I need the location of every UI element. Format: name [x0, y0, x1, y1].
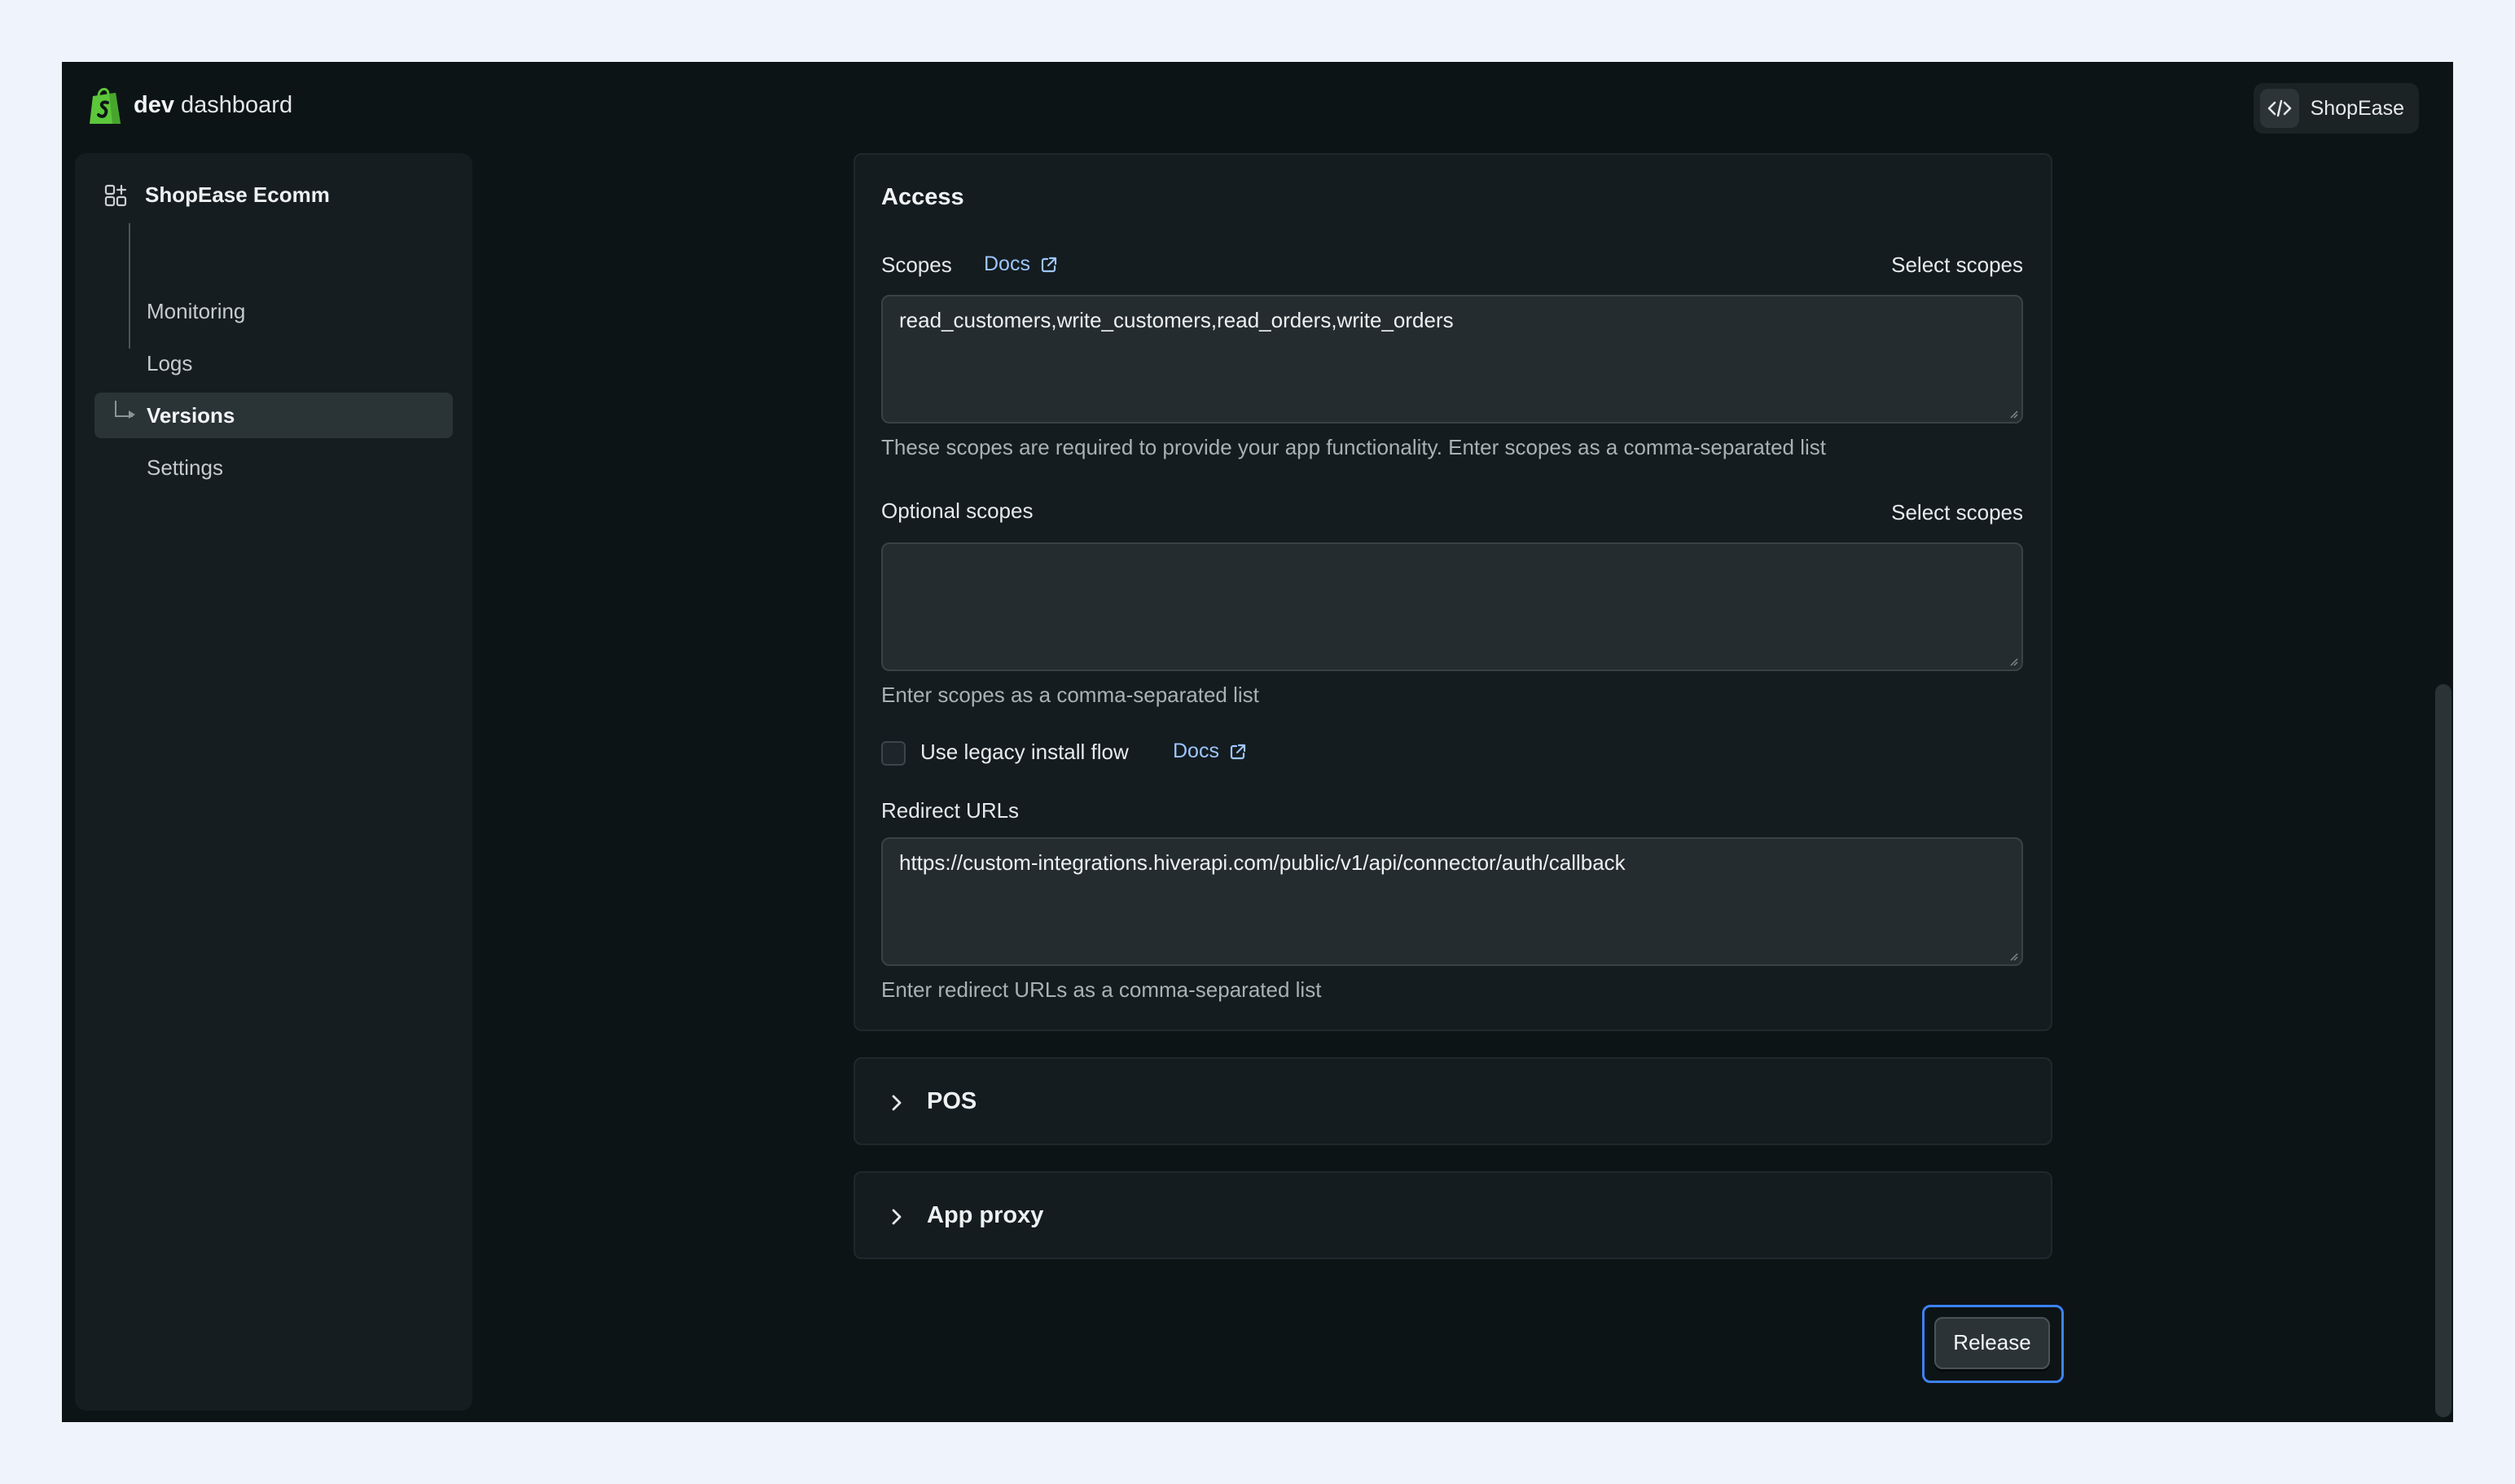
- app-window: dev dashboard ShopEase ShopEase Ecomm Mo…: [62, 62, 2453, 1422]
- pos-section-title: POS: [927, 1088, 977, 1114]
- optional-scopes-help-text: Enter scopes as a comma-separated list: [881, 683, 1259, 707]
- sidebar-item-label: Versions: [147, 403, 235, 428]
- access-title: Access: [881, 184, 964, 210]
- external-link-icon: [1230, 744, 1246, 759]
- scopes-select-button[interactable]: Select scopes: [1891, 252, 2023, 278]
- code-icon: [2259, 89, 2299, 128]
- release-focus-ring: Release: [1922, 1305, 2064, 1383]
- sidebar-item-versions[interactable]: Versions: [94, 393, 453, 438]
- access-section: Access Scopes Docs Select scopes read_cu…: [854, 153, 2052, 1031]
- chevron-right-icon: [892, 1095, 902, 1111]
- release-button[interactable]: Release: [1934, 1317, 2050, 1369]
- sidebar-app-link[interactable]: ShopEase Ecomm: [104, 182, 330, 208]
- sidebar: ShopEase Ecomm Monitoring Logs Versions …: [75, 153, 472, 1411]
- scrollbar-thumb[interactable]: [2435, 684, 2451, 1417]
- resize-handle-icon[interactable]: [2008, 656, 2018, 666]
- scrollbar[interactable]: [2434, 62, 2453, 1422]
- redirect-urls-help-text: Enter redirect URLs as a comma-separated…: [881, 977, 1322, 1002]
- scopes-textarea[interactable]: read_customers,write_customers,read_orde…: [881, 295, 2023, 424]
- store-switcher-button[interactable]: ShopEase: [2253, 83, 2419, 134]
- scopes-docs-link[interactable]: Docs: [984, 252, 1058, 276]
- external-link-icon: [1041, 257, 1057, 272]
- tree-arrow-icon: [129, 411, 135, 419]
- resize-handle-icon[interactable]: [2008, 951, 2018, 961]
- legacy-install-docs-link[interactable]: Docs: [1173, 740, 1247, 763]
- sidebar-app-name: ShopEase Ecomm: [145, 182, 330, 207]
- optional-scopes-label: Optional scopes: [881, 498, 1034, 523]
- app-proxy-section-toggle[interactable]: App proxy: [854, 1171, 2052, 1259]
- brand-name: dev dashboard: [134, 91, 293, 118]
- app-proxy-section-title: App proxy: [927, 1202, 1044, 1228]
- sidebar-item-label: Logs: [147, 351, 193, 375]
- redirect-urls-value: https://custom-integrations.hiverapi.com…: [899, 850, 1626, 875]
- pos-section-toggle[interactable]: POS: [854, 1057, 2052, 1145]
- dev-dashboard-logo[interactable]: dev dashboard: [88, 85, 292, 125]
- sidebar-item-label: Monitoring: [147, 299, 246, 323]
- sidebar-item-logs[interactable]: Logs: [94, 340, 453, 386]
- sidebar-item-settings[interactable]: Settings: [94, 445, 453, 490]
- optional-scopes-select-button[interactable]: Select scopes: [1891, 500, 2023, 525]
- docs-link-label: Docs: [1173, 740, 1219, 762]
- sidebar-item-label: Settings: [147, 455, 223, 480]
- top-bar: dev dashboard ShopEase: [62, 62, 2453, 153]
- chevron-right-icon: [892, 1209, 902, 1225]
- resize-handle-icon[interactable]: [2008, 409, 2018, 419]
- redirect-urls-label: Redirect URLs: [881, 798, 1020, 823]
- docs-link-label: Docs: [984, 252, 1030, 275]
- sidebar-item-monitoring[interactable]: Monitoring: [94, 288, 453, 334]
- redirect-urls-textarea[interactable]: https://custom-integrations.hiverapi.com…: [881, 837, 2023, 966]
- optional-scopes-textarea[interactable]: [881, 542, 2023, 671]
- legacy-install-checkbox[interactable]: [881, 741, 906, 766]
- legacy-install-label[interactable]: Use legacy install flow: [920, 740, 1129, 765]
- app-grid-icon: [104, 184, 127, 206]
- store-name: ShopEase: [2310, 96, 2404, 120]
- scopes-value: read_customers,write_customers,read_orde…: [899, 308, 1454, 332]
- shopify-bag-icon: [90, 88, 121, 124]
- scopes-label: Scopes: [881, 252, 952, 277]
- scopes-help-text: These scopes are required to provide you…: [881, 435, 1827, 459]
